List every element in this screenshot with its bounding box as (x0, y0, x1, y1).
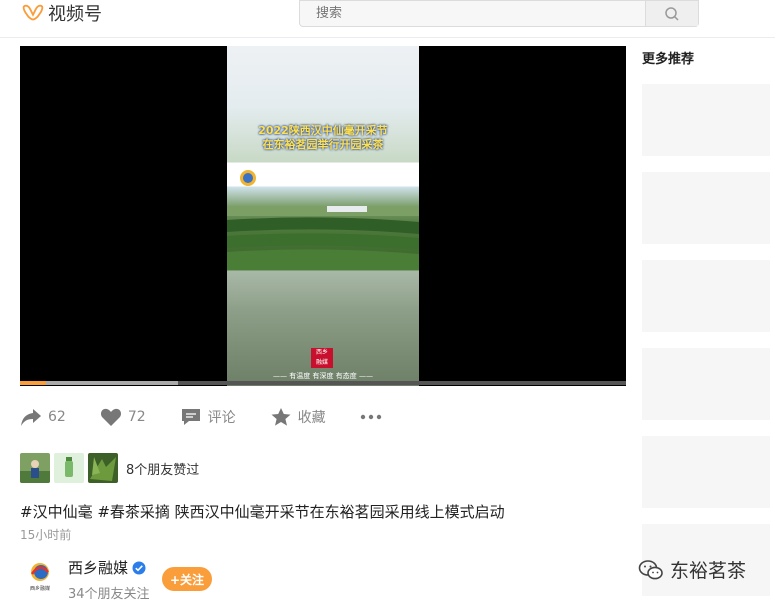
recommendation-card[interactable] (642, 260, 770, 332)
author-avatar[interactable]: 西乡融媒 (22, 558, 58, 594)
wechat-icon (638, 559, 663, 579)
video-player[interactable]: 2022陕西汉中仙毫开采节 在东裕茗园举行开园采茶 西乡 融媒 —— 有温度 有… (20, 46, 626, 386)
search-input[interactable] (300, 1, 645, 26)
favorite-button[interactable]: 收藏 (270, 407, 326, 427)
share-count: 62 (48, 409, 66, 425)
friend-avatar (20, 453, 50, 483)
media-logo-icon (240, 170, 256, 186)
recommendation-card[interactable] (642, 172, 770, 244)
more-recommendations-title: 更多推荐 (642, 52, 695, 67)
friend-avatar (54, 453, 84, 483)
share-icon (21, 409, 41, 426)
channels-logo-icon (22, 4, 44, 21)
share-button[interactable]: 62 (20, 407, 66, 427)
action-bar: 62 72 评论 收藏 (20, 404, 422, 430)
recommendation-card[interactable] (642, 348, 770, 420)
video-overlay-title: 2022陕西汉中仙毫开采节 在东裕茗园举行开园采茶 (227, 124, 419, 152)
comment-label: 评论 (207, 410, 236, 426)
follow-button[interactable]: +关注 (162, 567, 212, 591)
watermark: 东裕茗茶 (638, 556, 746, 583)
author-followers-text: 34个朋友关注 (68, 587, 150, 602)
favorite-label: 收藏 (297, 410, 326, 426)
progress-played (20, 381, 47, 385)
author-name-row[interactable]: 西乡融媒 (68, 557, 146, 578)
search-icon (665, 6, 679, 21)
video-frame: 2022陕西汉中仙毫开采节 在东裕茗园举行开园采茶 西乡 融媒 —— 有温度 有… (227, 46, 419, 386)
heart-icon (100, 408, 121, 426)
recommendation-card[interactable] (642, 436, 770, 508)
more-dots-icon (360, 414, 381, 420)
video-progress-bar[interactable] (20, 381, 626, 385)
video-overlay-title-line2: 在东裕茗园举行开园采茶 (262, 138, 384, 151)
more-button[interactable] (360, 414, 388, 420)
friends-liked[interactable]: 8个朋友赞过 (20, 453, 199, 483)
star-icon (271, 408, 291, 426)
like-button[interactable]: 72 (100, 407, 146, 427)
tea-field-image (227, 206, 419, 270)
stamp-text-line2: 融媒 (315, 359, 328, 366)
watermark-text: 东裕茗茶 (670, 560, 747, 582)
avatar-caption: 西乡融媒 (30, 585, 50, 592)
media-stamp: 西乡 融媒 (311, 348, 333, 368)
comment-icon (181, 409, 200, 425)
author-name: 西乡融媒 (68, 559, 129, 577)
friend-avatar (88, 453, 118, 483)
like-count: 72 (127, 409, 146, 425)
video-overlay-title-line1: 2022陕西汉中仙毫开采节 (258, 124, 388, 137)
app-logo[interactable]: 视频号 (22, 0, 102, 26)
comment-button[interactable]: 评论 (180, 407, 236, 427)
search-button[interactable] (645, 1, 698, 26)
friends-liked-text: 8个朋友赞过 (126, 462, 200, 478)
video-footer-caption: —— 有温度 有深度 有态度 —— (273, 372, 373, 380)
post-time: 15小时前 (20, 528, 72, 542)
app-name: 视频号 (48, 4, 102, 25)
search-bar (299, 0, 699, 27)
top-bar: 视频号 (0, 0, 775, 38)
verified-badge-icon (132, 561, 146, 574)
stamp-text-line1: 西乡 (315, 349, 328, 356)
post-description: #汉中仙毫 #春茶采摘 陕西汉中仙毫开采节在东裕茗园采用线上模式启动 (20, 503, 505, 521)
recommendation-card[interactable] (642, 84, 770, 156)
